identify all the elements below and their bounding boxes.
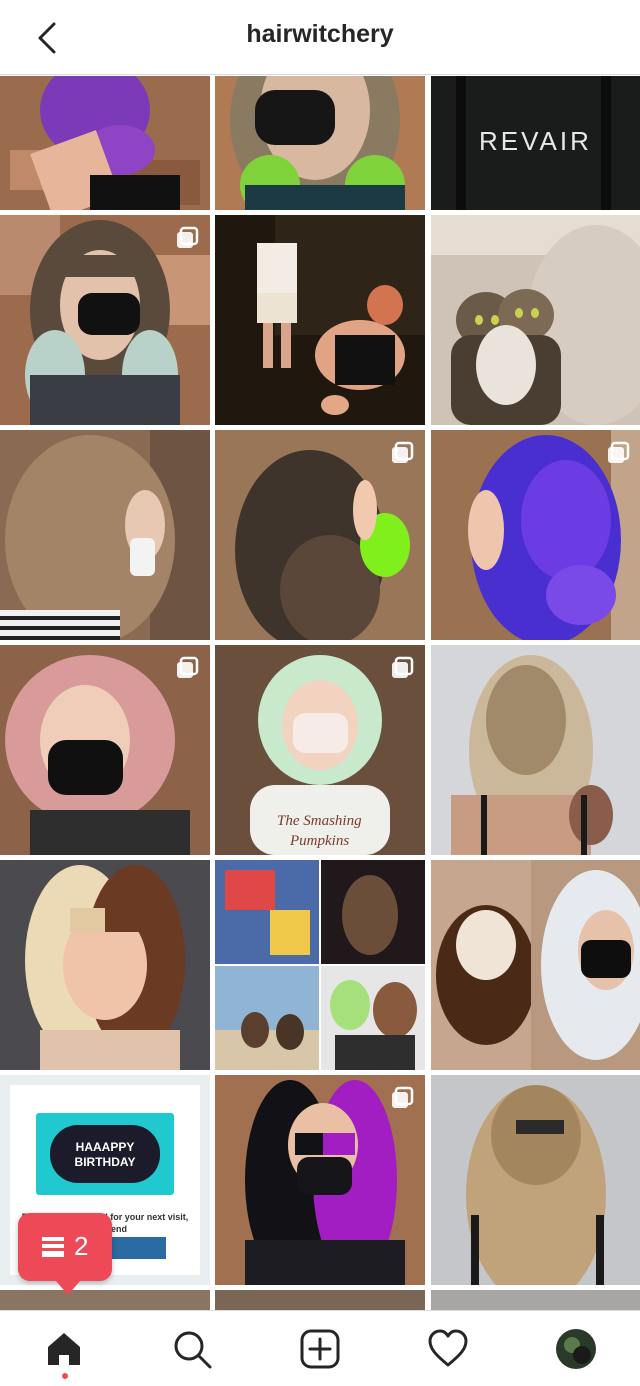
grid-post[interactable]: [215, 860, 425, 1070]
avatar-icon: [556, 1329, 596, 1369]
grid-post[interactable]: [431, 1075, 640, 1285]
carousel-icon: [392, 441, 414, 463]
revair-logo-text: REVAIR: [479, 126, 592, 156]
birthday-headline: HAAAPPY BIRTHDAY: [74, 1140, 136, 1169]
heart-icon: [428, 1329, 468, 1367]
grid-post[interactable]: [215, 1075, 425, 1285]
grid-post[interactable]: [431, 1290, 640, 1310]
add-post-icon: [300, 1329, 340, 1369]
carousel-icon: [177, 656, 199, 678]
nav-search[interactable]: [168, 1325, 216, 1373]
grid-post[interactable]: [431, 215, 640, 425]
top-bar: hairwitchery: [0, 0, 640, 75]
bookmark-stack-icon: [42, 1237, 64, 1257]
grid-post[interactable]: [0, 215, 210, 425]
grid-post[interactable]: [0, 860, 210, 1070]
grid-post[interactable]: REVAIR: [431, 76, 640, 210]
birthday-sign: HAAAPPY BIRTHDAY: [36, 1113, 174, 1195]
carousel-icon: [177, 226, 199, 248]
carousel-icon: [392, 656, 414, 678]
grid-post[interactable]: [0, 1290, 210, 1310]
nav-active-dot: [62, 1373, 68, 1379]
carousel-icon: [392, 1086, 414, 1108]
photo-grid: REVAIR The Smashing Pumpkins HAAAPPY BIR…: [0, 76, 640, 1310]
grid-post[interactable]: [431, 430, 640, 640]
grid-post[interactable]: [215, 215, 425, 425]
grid-post[interactable]: [0, 645, 210, 855]
saved-collection-toast[interactable]: 2: [18, 1213, 112, 1295]
toast-count: 2: [74, 1231, 89, 1261]
nav-new-post[interactable]: [296, 1325, 344, 1373]
carousel-icon: [608, 441, 630, 463]
grid-post[interactable]: [431, 645, 640, 855]
grid-post[interactable]: The Smashing Pumpkins: [215, 645, 425, 855]
grid-post[interactable]: [215, 430, 425, 640]
grid-post[interactable]: [0, 76, 210, 210]
nav-activity[interactable]: [424, 1325, 472, 1373]
svg-text:Pumpkins: Pumpkins: [289, 833, 349, 849]
nav-profile[interactable]: [552, 1325, 600, 1373]
nav-home[interactable]: [40, 1325, 88, 1373]
profile-username-title: hairwitchery: [246, 20, 394, 48]
monster-mouth: HAAAPPY BIRTHDAY: [50, 1125, 160, 1183]
svg-text:The Smashing: The Smashing: [277, 813, 362, 829]
grid-post[interactable]: [215, 1290, 425, 1310]
home-icon: [48, 1333, 80, 1365]
grid-post[interactable]: [431, 860, 640, 1070]
search-icon: [174, 1331, 212, 1369]
bottom-navigation: [0, 1310, 640, 1386]
grid-post[interactable]: [0, 430, 210, 640]
grid-post[interactable]: [215, 76, 425, 210]
